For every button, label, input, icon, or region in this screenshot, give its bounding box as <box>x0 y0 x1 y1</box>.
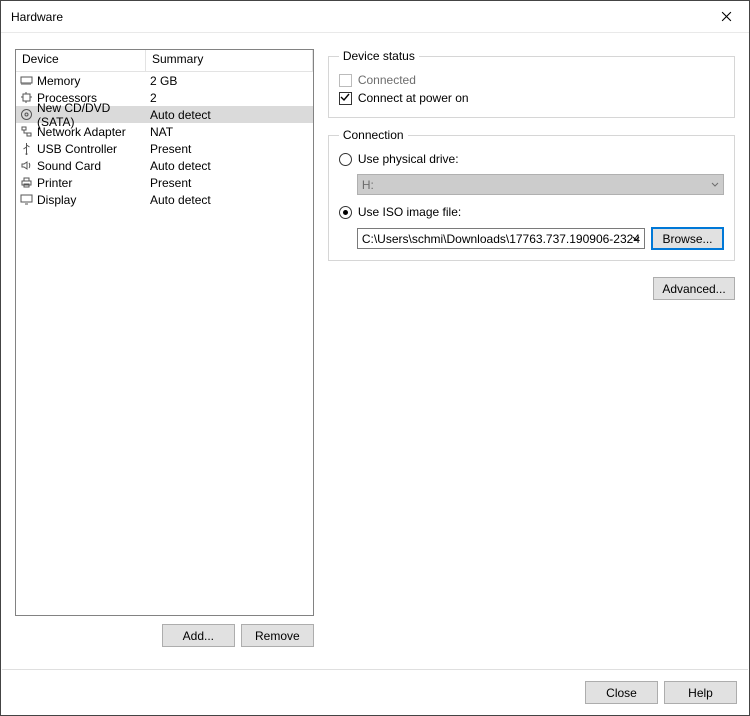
disc-icon <box>20 108 33 121</box>
table-row[interactable]: Display Auto detect <box>16 191 313 208</box>
sound-icon <box>20 159 33 172</box>
chevron-down-icon <box>711 178 719 192</box>
network-icon <box>20 125 33 138</box>
physical-drive-label: Use physical drive: <box>358 152 459 166</box>
physical-drive-combo: H: <box>357 174 724 195</box>
iso-file-combo[interactable]: C:\Users\schmi\Downloads\17763.737.19090… <box>357 228 645 249</box>
table-row[interactable]: New CD/DVD (SATA)Auto detect <box>16 106 313 123</box>
chevron-down-icon[interactable] <box>632 232 640 246</box>
col-device[interactable]: Device <box>16 50 146 72</box>
device-summary: Auto detect <box>150 159 211 173</box>
device-status-group: Device status Connected Connect at power… <box>328 49 735 118</box>
iso-file-label: Use ISO image file: <box>358 205 461 219</box>
close-button[interactable]: Close <box>585 681 658 704</box>
connection-group: Connection Use physical drive: H: Use IS… <box>328 128 735 261</box>
close-icon[interactable] <box>703 1 749 33</box>
help-button[interactable]: Help <box>664 681 737 704</box>
add-button[interactable]: Add... <box>162 624 235 647</box>
table-row[interactable]: Sound Card Auto detect <box>16 157 313 174</box>
table-row[interactable]: Memory 2 GB <box>16 72 313 89</box>
iso-file-value: C:\Users\schmi\Downloads\17763.737.19090… <box>362 232 640 246</box>
connected-label: Connected <box>358 73 416 87</box>
hardware-list[interactable]: Device Summary Memory2 GBProcessors2New … <box>15 49 314 616</box>
connect-power-label: Connect at power on <box>358 91 469 105</box>
col-summary[interactable]: Summary <box>146 50 313 72</box>
titlebar: Hardware <box>1 1 749 33</box>
hardware-dialog: Hardware Device Summary Memory2 GBProces… <box>0 0 750 716</box>
physical-drive-radio[interactable] <box>339 153 352 166</box>
device-name: Printer <box>37 176 72 190</box>
device-summary: NAT <box>150 125 173 139</box>
browse-button[interactable]: Browse... <box>651 227 724 250</box>
physical-drive-value: H: <box>362 178 374 192</box>
list-header: Device Summary <box>16 50 313 72</box>
iso-file-radio[interactable] <box>339 206 352 219</box>
window-title: Hardware <box>11 10 703 24</box>
device-summary: 2 <box>150 91 157 105</box>
device-status-legend: Device status <box>339 49 419 63</box>
table-row[interactable]: Network Adapter NAT <box>16 123 313 140</box>
device-summary: Present <box>150 176 191 190</box>
memory-icon <box>20 74 33 87</box>
device-summary: Present <box>150 142 191 156</box>
device-name: Display <box>37 193 76 207</box>
device-name: USB Controller <box>37 142 117 156</box>
connected-checkbox <box>339 74 352 87</box>
device-name: Network Adapter <box>37 125 126 139</box>
device-summary: 2 GB <box>150 74 177 88</box>
advanced-button[interactable]: Advanced... <box>653 277 735 300</box>
device-summary: Auto detect <box>150 193 211 207</box>
display-icon <box>20 193 33 206</box>
device-name: Memory <box>37 74 80 88</box>
usb-icon <box>20 142 33 155</box>
remove-button[interactable]: Remove <box>241 624 314 647</box>
device-summary: Auto detect <box>150 108 211 122</box>
table-row[interactable]: USB Controller Present <box>16 140 313 157</box>
printer-icon <box>20 176 33 189</box>
connection-legend: Connection <box>339 128 408 142</box>
device-name: Sound Card <box>37 159 101 173</box>
table-row[interactable]: Printer Present <box>16 174 313 191</box>
connect-power-checkbox[interactable] <box>339 92 352 105</box>
